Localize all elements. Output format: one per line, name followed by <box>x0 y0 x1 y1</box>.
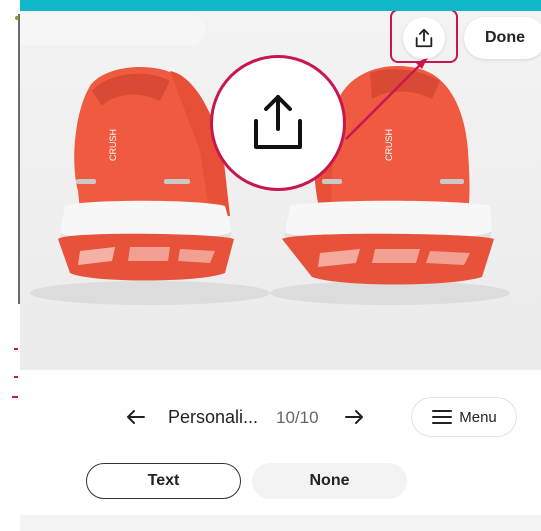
menu-button[interactable]: Menu <box>411 397 517 437</box>
left-edge-marker <box>14 348 18 350</box>
done-button[interactable]: Done <box>464 17 541 59</box>
left-shoe: CRUSH <box>58 66 234 281</box>
share-upload-icon <box>254 95 302 149</box>
step-progress: 10/10 <box>276 408 319 427</box>
left-shoe-side-text: CRUSH <box>108 129 118 161</box>
left-edge-dot <box>15 16 19 20</box>
brand-strip <box>20 0 541 11</box>
hamburger-menu-icon <box>432 410 453 424</box>
zoom-callout <box>210 55 346 191</box>
left-edge-marker <box>12 396 18 398</box>
step-title: Personali... <box>168 407 259 427</box>
share-button[interactable] <box>403 17 445 59</box>
menu-label: Menu <box>459 408 497 426</box>
bottom-band <box>20 515 541 531</box>
left-edge-marker <box>14 376 18 378</box>
share-upload-icon <box>415 28 433 48</box>
personalization-options: Text None <box>20 463 541 501</box>
step-navigation: Personali... 10/10 Menu <box>20 395 541 439</box>
option-none-button[interactable]: None <box>252 463 407 499</box>
left-gutter <box>0 0 20 531</box>
option-text-button[interactable]: Text <box>86 463 241 499</box>
product-viewer[interactable]: CRUSH CRUSH Done <box>20 11 541 370</box>
right-shoe-side-text: CRUSH <box>384 129 394 161</box>
arrow-right-icon[interactable] <box>342 405 366 429</box>
arrow-left-icon[interactable] <box>124 405 148 429</box>
